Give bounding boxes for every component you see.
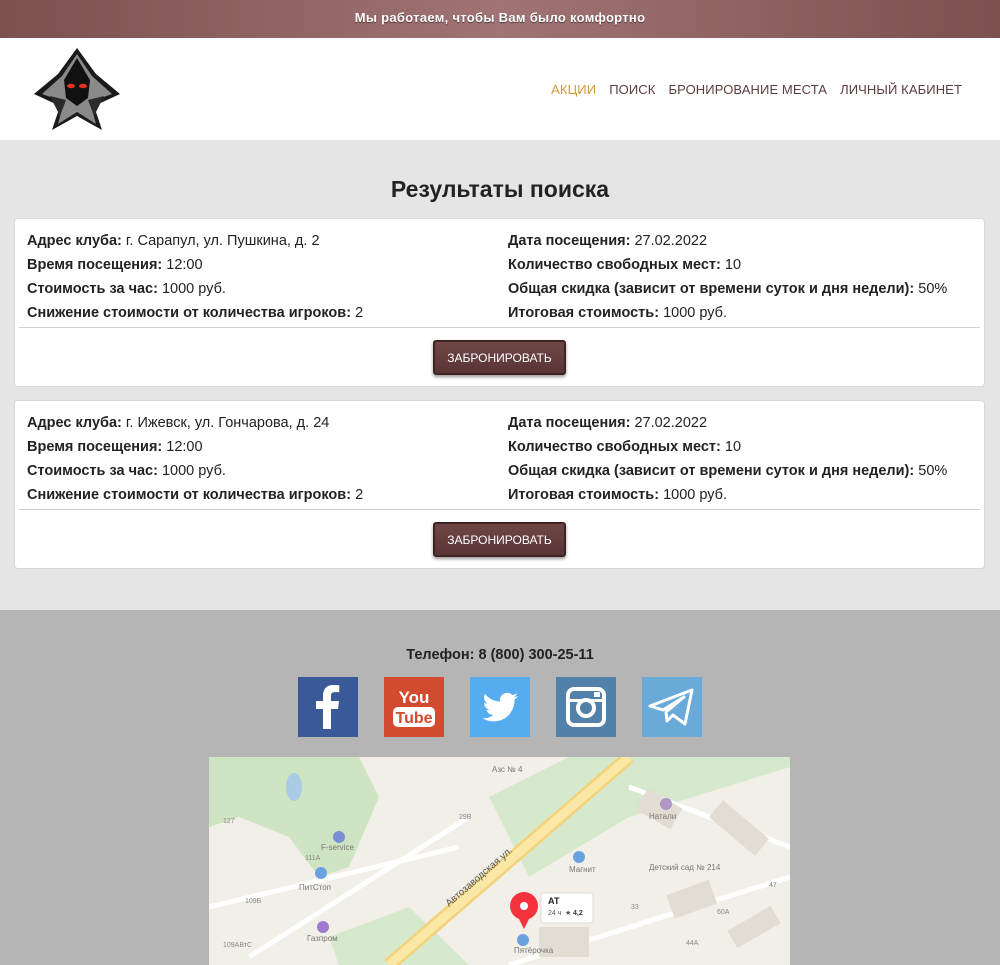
total-price: Итоговая стоимость: 1000 руб. [508,487,727,503]
top-banner: Мы работаем, чтобы Вам было комфортно [0,0,1000,38]
youtube-icon[interactable]: You Tube [384,677,444,737]
player-reduction: Снижение стоимости от количества игроков… [27,305,364,321]
svg-text:★: ★ [565,909,571,917]
divider [19,327,980,328]
map-poi-icon [315,867,327,879]
map-label: Детский сад № 214 [649,863,721,872]
map-label: ПитСтоп [299,883,331,892]
result-card: Адрес клуба: г. Сарапул, ул. Пушкина, д.… [14,218,985,387]
map-poi-icon [333,831,345,843]
map-poi-icon [517,934,529,946]
phone-number: Телефон: 8 (800) 300-25-11 [406,647,594,663]
hourly-price: Стоимость за час: 1000 руб. [27,281,226,297]
site-header: Акции Поиск Бронирование места Личный ка… [0,38,1000,140]
map-label: 29В [459,814,472,821]
social-links: You Tube [0,677,1000,737]
twitter-icon[interactable] [470,677,530,737]
nav-item-account[interactable]: Личный кабинет [840,82,962,97]
map-poi-icon [317,921,329,933]
free-seats: Количество свободных мест: 10 [508,257,742,273]
map-label: Натали [649,812,676,821]
location-map[interactable]: Автозаводская ул. Азс № 4 Натали Магнит … [209,757,790,965]
hooded-figure-logo-icon [34,48,120,130]
club-address: Адрес клуба: г. Сарапул, ул. Пушкина, д.… [27,233,320,249]
logo[interactable] [30,46,124,132]
book-button[interactable]: Забронировать [433,340,566,375]
divider [19,509,980,510]
free-seats: Количество свободных мест: 10 [508,439,742,455]
total-discount: Общая скидка (зависит от времени суток и… [508,463,948,479]
site-footer: Телефон: 8 (800) 300-25-11 You Tube Авто… [0,610,1000,965]
main-content: Результаты поиска Адрес клуба: г. Сарапу… [0,140,1000,610]
club-address: Адрес клуба: г. Ижевск, ул. Гончарова, д… [27,415,330,431]
player-reduction: Снижение стоимости от количества игроков… [27,487,364,503]
map-label: Пятёрочка [514,946,554,955]
map-label: F-service [321,843,354,852]
nav-item-booking[interactable]: Бронирование места [668,82,827,97]
svg-text:You: You [399,688,430,707]
map-label: 60А [717,909,730,916]
map-label: 111А [305,855,321,862]
map-label: Азс № 4 [492,765,523,774]
telegram-icon[interactable] [642,677,702,737]
instagram-icon[interactable] [556,677,616,737]
visit-time: Время посещения: 12:00 [27,257,203,273]
map-poi-icon [573,851,585,863]
map-label: 109Б [245,898,262,905]
nav-item-promotions[interactable]: Акции [551,82,596,97]
map-label: 44А [686,940,699,947]
map-label: 109АВтС [223,942,252,949]
map-label: Газпром [307,934,338,943]
page-title: Результаты поиска [390,176,610,202]
total-price: Итоговая стоимость: 1000 руб. [508,305,727,321]
facebook-icon[interactable] [298,677,358,737]
book-button[interactable]: Забронировать [433,522,566,557]
map-label: 33 [631,904,639,911]
hourly-price: Стоимость за час: 1000 руб. [27,463,226,479]
result-card: Адрес клуба: г. Ижевск, ул. Гончарова, д… [14,400,985,569]
svg-text:Tube: Tube [395,710,432,727]
map-label: 47 [769,882,777,889]
map-label: 127 [223,818,235,825]
visit-date: Дата посещения: 27.02.2022 [508,233,708,249]
nav-item-search[interactable]: Поиск [609,82,655,97]
map-place-rating: 4,2 [573,910,583,917]
visit-time: Время посещения: 12:00 [27,439,203,455]
total-discount: Общая скидка (зависит от времени суток и… [508,281,948,297]
map-place-hours: 24 ч [548,910,562,917]
main-nav: Акции Поиск Бронирование места Личный ка… [551,38,962,140]
map-poi-icon [660,798,672,810]
map-place-name: АТ [548,896,560,906]
visit-date: Дата посещения: 27.02.2022 [508,415,708,431]
map-label: Магнит [569,865,596,874]
